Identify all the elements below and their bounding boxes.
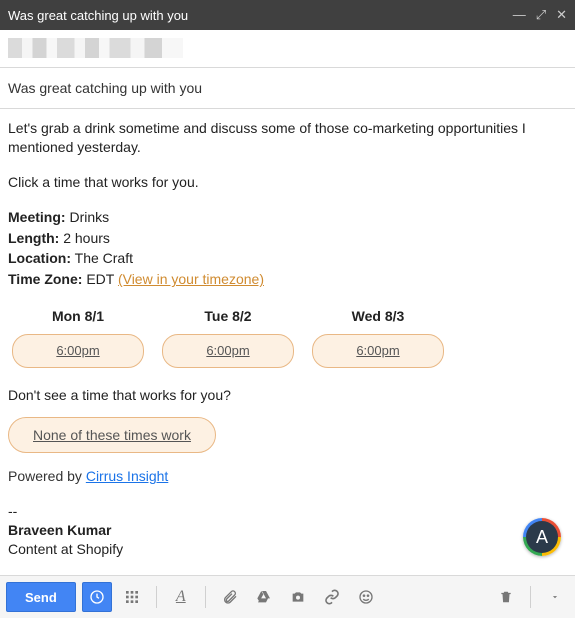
drive-icon[interactable] (250, 583, 278, 611)
subject-field[interactable]: Was great catching up with you (0, 68, 575, 108)
signature: -- Braveen Kumar Content at Shopify (8, 502, 567, 559)
compose-toolbar: Send A (0, 575, 575, 618)
window-title: Was great catching up with you (8, 8, 513, 23)
body-prompt: Click a time that works for you. (8, 173, 567, 192)
meeting-details: Meeting: Drinks Length: 2 hours Location… (8, 208, 567, 290)
schedule-send-icon[interactable] (82, 582, 112, 612)
day-header: Wed 8/3 (308, 307, 448, 326)
minimize-icon[interactable]: — (513, 7, 526, 23)
emoji-icon[interactable] (352, 583, 380, 611)
no-fit-text: Don't see a time that works for you? (8, 386, 567, 405)
formatting-icon[interactable]: A (167, 583, 195, 611)
more-options-icon[interactable] (541, 583, 569, 611)
cirrus-insight-link[interactable]: Cirrus Insight (86, 468, 168, 484)
avatar-letter: A (536, 527, 548, 548)
view-timezone-link[interactable]: (View in your timezone) (118, 271, 264, 287)
time-slot-grid: Mon 8/1 6:00pm Tue 8/2 6:00pm Wed 8/3 6:… (8, 307, 567, 367)
body-intro: Let's grab a drink sometime and discuss … (8, 119, 567, 157)
time-slot-button[interactable]: 6:00pm (162, 334, 294, 368)
popout-icon[interactable]: ⤢ (536, 7, 546, 23)
day-header: Tue 8/2 (158, 307, 298, 326)
apps-grid-icon[interactable] (118, 583, 146, 611)
recipient-chip-redacted (8, 38, 183, 58)
none-of-these-button[interactable]: None of these times work (8, 417, 216, 454)
send-button[interactable]: Send (6, 582, 76, 612)
link-icon[interactable] (318, 583, 346, 611)
time-slot-button[interactable]: 6:00pm (312, 334, 444, 368)
avatar[interactable]: A (523, 518, 561, 556)
attach-icon[interactable] (216, 583, 244, 611)
close-icon[interactable]: ✕ (556, 7, 567, 23)
time-slot-button[interactable]: 6:00pm (12, 334, 144, 368)
message-body[interactable]: Let's grab a drink sometime and discuss … (0, 109, 575, 559)
powered-by: Powered by Cirrus Insight (8, 467, 567, 486)
compose-titlebar: Was great catching up with you — ⤢ ✕ (0, 0, 575, 30)
camera-icon[interactable] (284, 583, 312, 611)
recipients-field[interactable] (0, 30, 575, 67)
day-header: Mon 8/1 (8, 307, 148, 326)
trash-icon[interactable] (492, 583, 520, 611)
